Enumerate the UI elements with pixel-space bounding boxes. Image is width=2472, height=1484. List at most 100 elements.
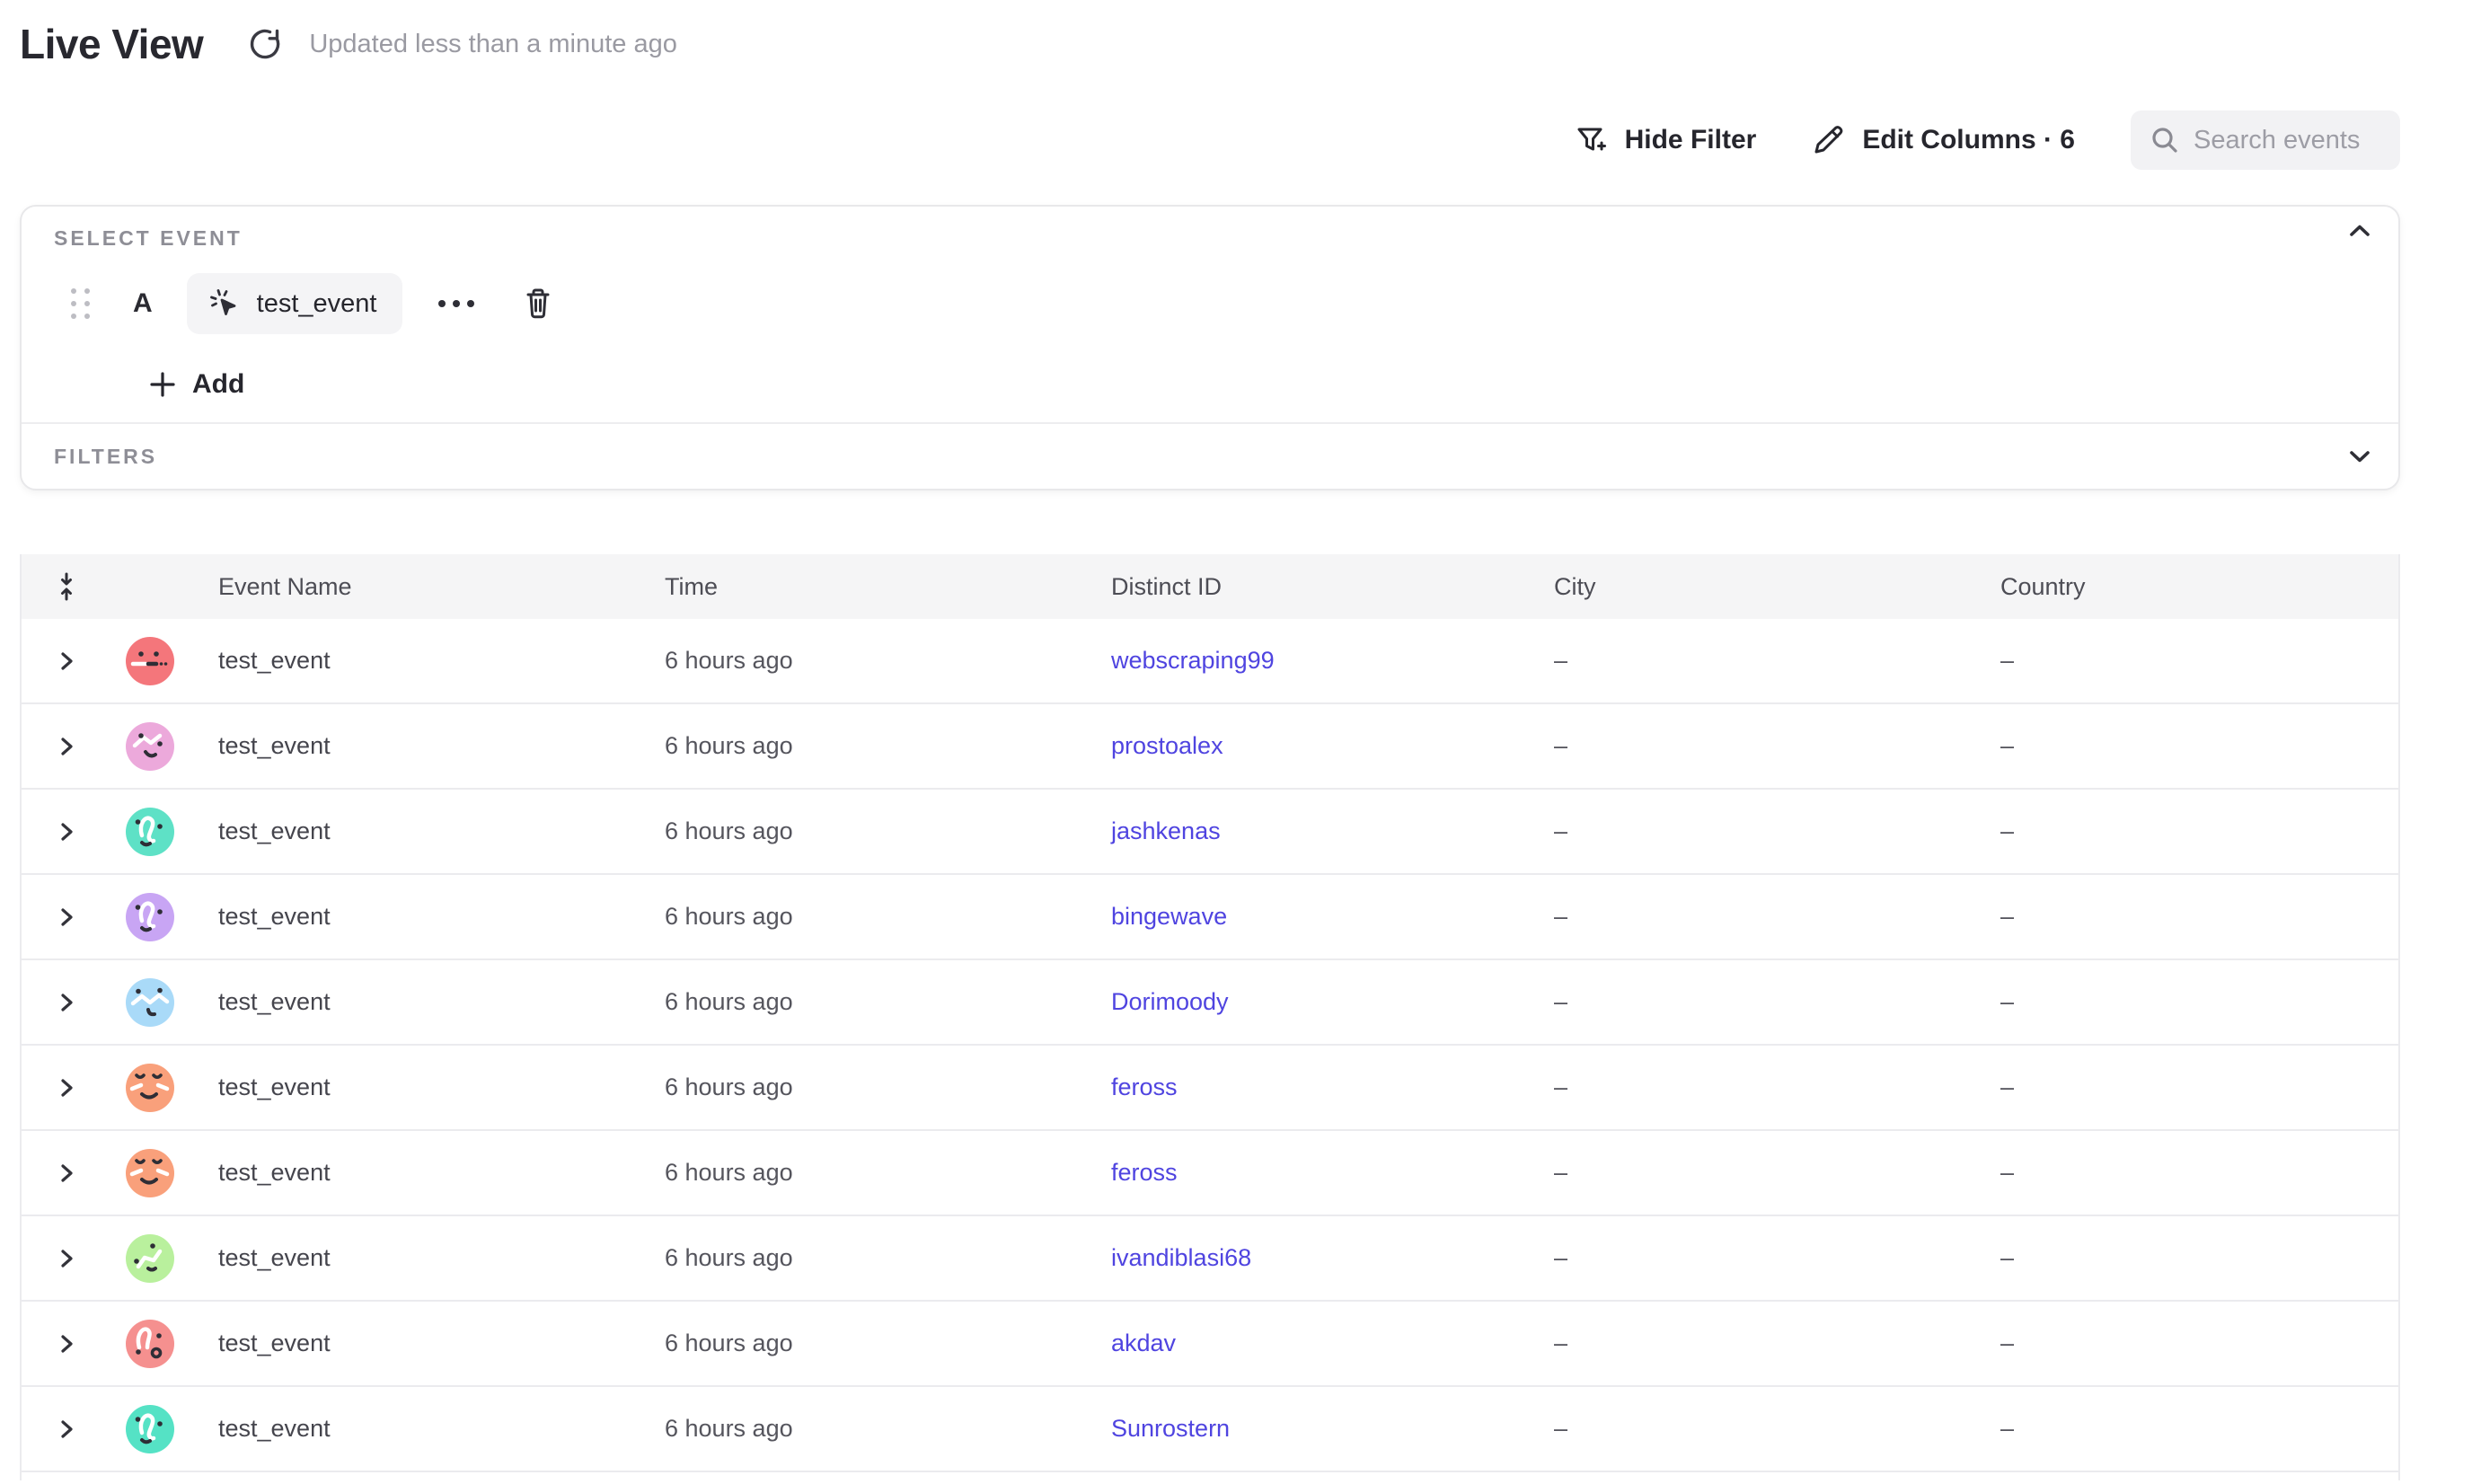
arrows-inward-icon [54,571,79,602]
chevron-right-icon [57,1247,76,1270]
row-expand-button[interactable] [47,727,86,766]
page-title: Live View [20,20,203,68]
table-row: test_event 6 hours ago ivandiblasi68 – – [22,1216,2398,1302]
table-row: test_event 6 hours ago webscraping99 – – [22,619,2398,704]
user-avatar-icon [126,637,174,685]
row-expand-button[interactable] [47,1239,86,1278]
table-row: test_event 6 hours ago Sunrostern – – [22,1387,2398,1472]
distinct-id-link[interactable]: Dorimoody [1111,988,1229,1015]
events-table: Event Name Time Distinct ID City Country [20,554,2400,1480]
row-expand-button[interactable] [47,1409,86,1449]
event-name-cell: test_event [188,1329,634,1357]
hide-filter-button[interactable]: Hide Filter [1575,123,1757,157]
distinct-id-link[interactable]: jashkenas [1111,817,1221,844]
row-expand-button[interactable] [47,641,86,681]
country-cell: – [1970,1415,2398,1443]
filter-plus-icon [1575,123,1609,157]
event-name-cell: test_event [188,1073,634,1101]
time-cell: 6 hours ago [634,903,1081,931]
time-cell: 6 hours ago [634,732,1081,760]
column-header-time[interactable]: Time [634,573,1081,601]
chevron-right-icon [57,735,76,758]
row-expand-button[interactable] [47,1324,86,1364]
column-header-city[interactable]: City [1523,573,1970,601]
search-events-box[interactable] [2131,110,2400,170]
country-cell: – [1970,1244,2398,1272]
chevron-right-icon [57,820,76,844]
time-cell: 6 hours ago [634,988,1081,1016]
filters-section-toggle[interactable]: FILTERS [22,424,2398,489]
event-name-cell: test_event [188,1415,634,1443]
event-name-cell: test_event [188,988,634,1016]
distinct-id-link[interactable]: bingewave [1111,903,1227,930]
distinct-id-link[interactable]: ivandiblasi68 [1111,1244,1251,1271]
chevron-down-icon [2346,446,2373,466]
plus-icon [147,369,178,400]
click-cursor-icon [207,286,243,322]
collapse-section-button[interactable] [2346,221,2373,241]
user-avatar-icon [126,1149,174,1197]
city-cell: – [1523,988,1970,1016]
country-cell: – [1970,903,2398,931]
chevron-right-icon [57,991,76,1014]
partial-next-row [22,1472,2398,1480]
time-cell: 6 hours ago [634,647,1081,675]
row-expand-button[interactable] [47,1068,86,1108]
add-event-button[interactable]: Add [147,358,244,411]
row-expand-button[interactable] [47,983,86,1022]
event-name-cell: test_event [188,817,634,845]
table-row: test_event 6 hours ago akdav – – [22,1302,2398,1387]
collapse-all-rows-button[interactable] [22,571,111,602]
distinct-id-link[interactable]: prostoalex [1111,732,1223,759]
distinct-id-link[interactable]: feross [1111,1159,1178,1186]
distinct-id-link[interactable]: webscraping99 [1111,647,1275,674]
city-cell: – [1523,732,1970,760]
search-events-input[interactable] [2194,126,2382,155]
column-header-country[interactable]: Country [1970,573,2398,601]
distinct-id-link[interactable]: feross [1111,1073,1178,1100]
delete-event-button[interactable] [521,286,555,322]
country-cell: – [1970,817,2398,845]
edit-columns-label: Edit Columns · 6 [1862,125,2075,155]
city-cell: – [1523,1159,1970,1187]
event-selector-chip[interactable]: test_event [187,273,402,334]
column-header-event-name[interactable]: Event Name [188,573,634,601]
search-icon [2149,124,2181,156]
city-cell: – [1523,1073,1970,1101]
city-cell: – [1523,647,1970,675]
chevron-right-icon [57,1418,76,1441]
page-header: Live View Updated less than a minute ago [20,20,677,68]
column-header-distinct-id[interactable]: Distinct ID [1081,573,1523,601]
trash-icon [521,286,555,322]
row-expand-button[interactable] [47,1153,86,1193]
event-query-row: A test_event [22,271,2398,336]
expand-filters-button[interactable] [2346,446,2373,466]
chevron-right-icon [57,1162,76,1185]
refresh-button[interactable] [246,24,286,64]
chevron-right-icon [57,1332,76,1356]
chevron-right-icon [57,649,76,673]
table-row: test_event 6 hours ago Dorimoody – – [22,960,2398,1046]
time-cell: 6 hours ago [634,1415,1081,1443]
table-row: test_event 6 hours ago bingewave – – [22,875,2398,960]
row-expand-button[interactable] [47,812,86,852]
user-avatar-icon [126,722,174,771]
row-expand-button[interactable] [47,897,86,937]
distinct-id-link[interactable]: akdav [1111,1329,1176,1356]
chevron-right-icon [57,905,76,929]
more-options-button[interactable] [429,291,483,316]
user-avatar-icon [126,1405,174,1453]
distinct-id-link[interactable]: Sunrostern [1111,1415,1230,1442]
country-cell: – [1970,647,2398,675]
event-name-cell: test_event [188,1159,634,1187]
event-name-cell: test_event [188,647,634,675]
event-chip-label: test_event [257,289,377,319]
select-event-section-label: SELECT EVENT [54,226,243,251]
country-cell: – [1970,1159,2398,1187]
event-name-cell: test_event [188,1244,634,1272]
table-header-row: Event Name Time Distinct ID City Country [22,554,2398,619]
country-cell: – [1970,732,2398,760]
edit-columns-button[interactable]: Edit Columns · 6 [1812,123,2075,157]
drag-handle-icon[interactable] [71,288,90,319]
time-cell: 6 hours ago [634,1159,1081,1187]
